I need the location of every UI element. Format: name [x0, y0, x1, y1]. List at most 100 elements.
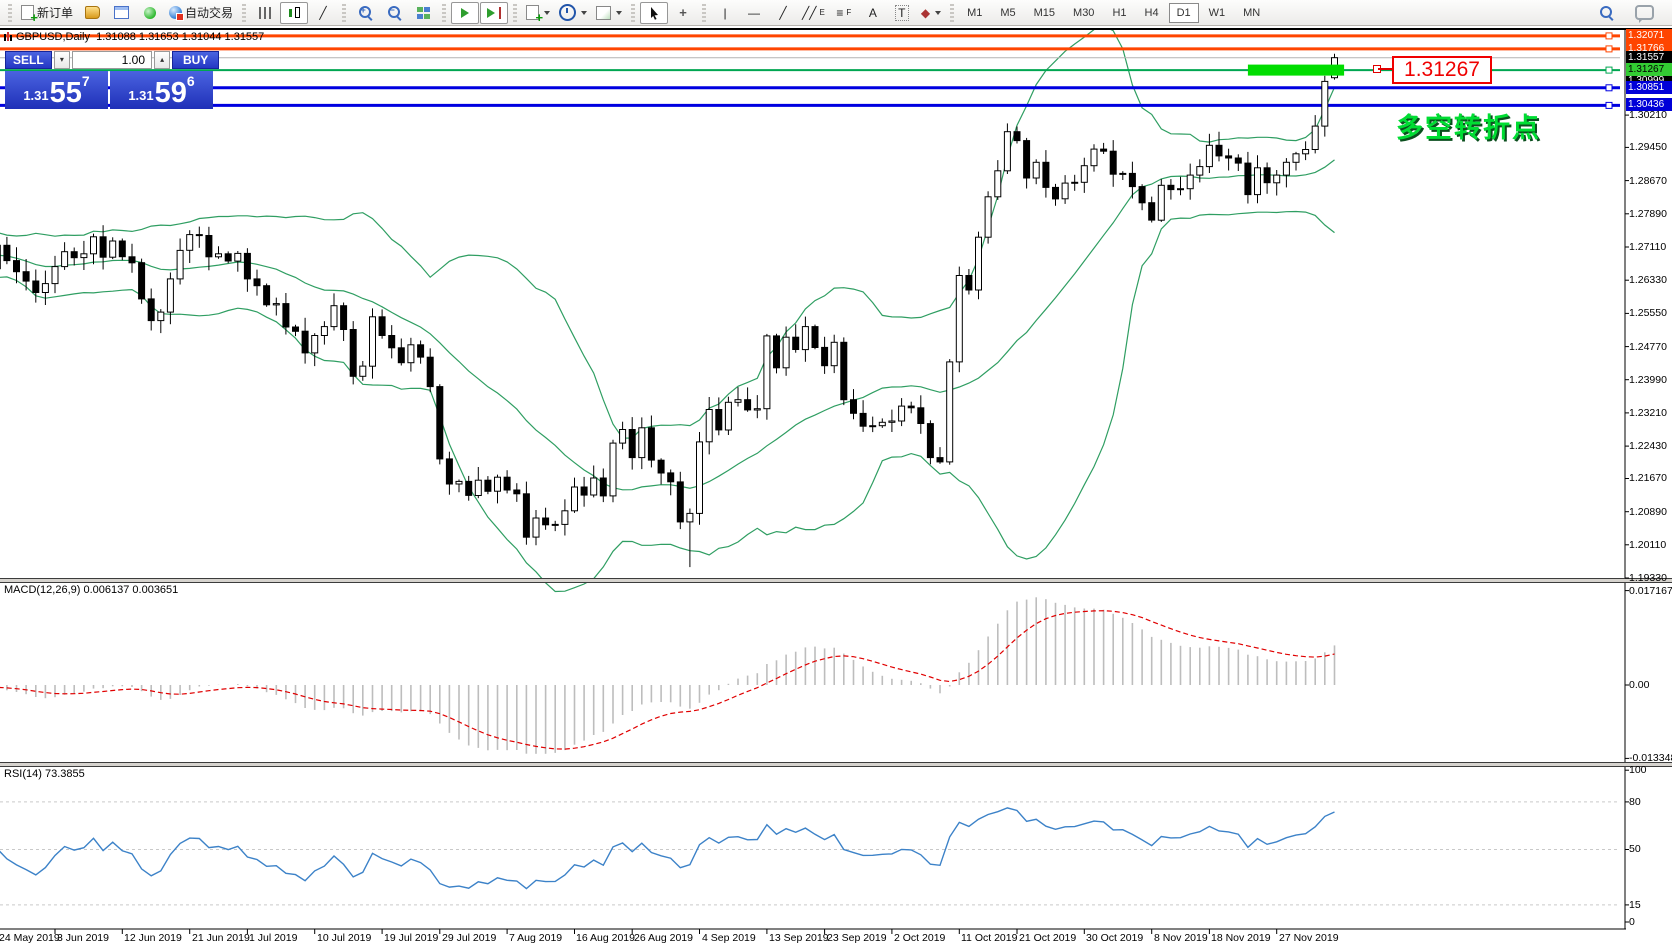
trendline-button[interactable]: ╱ [769, 2, 797, 24]
horizontal-line-button[interactable]: — [740, 2, 768, 24]
bar-chart-button[interactable] [251, 2, 279, 24]
profiles-button[interactable] [78, 2, 106, 24]
channel-button[interactable]: ╱╱E [798, 2, 829, 24]
timeframe-m15[interactable]: M15 [1026, 3, 1063, 23]
date-label: 11 Oct 2019 [961, 932, 1017, 944]
price-tag-1.32071[interactable]: 1.32071 [1626, 29, 1672, 42]
chat-button[interactable] [1630, 2, 1658, 24]
toolbar-grip [342, 4, 346, 22]
crosshair-button[interactable]: + [669, 2, 697, 24]
price-tag-1.31267[interactable]: 1.31267 [1626, 63, 1672, 76]
price-tick-label: 1.26330 [1629, 274, 1667, 286]
buy-price-prefix: 1.31 [128, 88, 153, 103]
date-label: 12 Jun 2019 [124, 932, 182, 944]
timeframe-m30[interactable]: M30 [1065, 3, 1102, 23]
price-tick-label: 1.21670 [1629, 472, 1667, 484]
data-window-button[interactable] [107, 2, 135, 24]
date-label: 7 Aug 2019 [509, 932, 562, 944]
price-tick-label: 1.25550 [1629, 307, 1667, 319]
arrows-button[interactable]: ◆ [917, 2, 945, 24]
date-label: 29 Jul 2019 [442, 932, 496, 944]
timeframe-h1[interactable]: H1 [1104, 3, 1134, 23]
price-tick-label: 1.29450 [1629, 141, 1667, 153]
timeframe-mn[interactable]: MN [1235, 3, 1268, 23]
autotrading-icon [169, 6, 182, 19]
template-icon [596, 6, 611, 20]
toolbar-grip [702, 4, 706, 22]
macd-tick-label: -0.013348 [1629, 752, 1672, 764]
text-button[interactable]: A [859, 2, 887, 24]
cursor-icon [649, 6, 660, 20]
sell-price-big: 55 [50, 80, 82, 106]
templates-button[interactable] [592, 2, 626, 24]
price-tick-label: 1.20110 [1629, 539, 1666, 551]
chart-window-icon [3, 32, 13, 42]
toolbar-grip [631, 4, 635, 22]
date-label: 23 Sep 2019 [827, 932, 887, 944]
timeframe-d1[interactable]: D1 [1169, 3, 1199, 23]
signals-button[interactable] [136, 2, 164, 24]
volume-increase-button[interactable]: ▴ [154, 51, 170, 69]
buy-price-display[interactable]: 1.31 59 6 [110, 71, 213, 109]
line-chart-icon: ╱ [319, 6, 326, 20]
chart-canvas[interactable] [0, 26, 1672, 947]
date-label: 18 Nov 2019 [1211, 932, 1271, 944]
horizontal-line-icon: — [748, 6, 760, 20]
tile-windows-button[interactable] [409, 2, 437, 24]
window-icon [114, 6, 129, 19]
sell-button[interactable]: SELL [5, 51, 52, 69]
zoom-in-button[interactable]: + [351, 2, 379, 24]
cursor-button[interactable] [640, 2, 668, 24]
vertical-line-button[interactable]: | [711, 2, 739, 24]
date-label: 10 Jul 2019 [317, 932, 371, 944]
vertical-line-icon: | [723, 6, 726, 20]
fibonacci-button[interactable]: ≡F [830, 2, 858, 24]
periods-button[interactable] [555, 2, 591, 24]
toolbar-grip [8, 4, 12, 22]
volume-decrease-button[interactable]: ▾ [54, 51, 70, 69]
auto-scroll-button[interactable] [451, 2, 479, 24]
chevron-down-icon [544, 11, 550, 15]
search-button[interactable] [1592, 2, 1620, 24]
macd-label: MACD(12,26,9) 0.006137 0.003651 [4, 584, 178, 596]
autotrading-label: 自动交易 [185, 4, 233, 21]
volume-input[interactable] [72, 51, 152, 69]
buy-button[interactable]: BUY [172, 51, 219, 69]
timeframe-w1[interactable]: W1 [1201, 3, 1234, 23]
chevron-down-icon [616, 11, 622, 15]
chart-shift-button[interactable] [480, 2, 508, 24]
autotrading-button[interactable]: 自动交易 [165, 2, 237, 24]
new-order-icon [21, 5, 34, 20]
signal-icon [144, 7, 156, 19]
price-tick-label: 1.27110 [1629, 241, 1666, 253]
timeframe-m1[interactable]: M1 [959, 3, 990, 23]
candlestick-chart-button[interactable] [280, 2, 308, 24]
price-tag-1.30436[interactable]: 1.30436 [1626, 98, 1672, 111]
new-order-button[interactable]: 新订单 [17, 2, 77, 24]
price-tag-1.30851[interactable]: 1.30851 [1626, 81, 1672, 94]
sell-price-display[interactable]: 1.31 55 7 [5, 71, 108, 109]
zoom-in-icon: + [358, 5, 373, 20]
line-chart-button[interactable]: ╱ [309, 2, 337, 24]
macd-tick-label: 0.017167 [1629, 585, 1672, 597]
indicators-button[interactable] [522, 2, 554, 24]
chat-icon [1635, 5, 1654, 20]
timeframe-h4[interactable]: H4 [1137, 3, 1167, 23]
toolbar-grip [242, 4, 246, 22]
price-tick-label: 1.23210 [1629, 407, 1667, 419]
zoom-out-icon: − [387, 5, 402, 20]
chart-shift-icon [487, 8, 495, 18]
chart-window[interactable]: 1.302101.294501.286701.278901.271101.263… [0, 26, 1672, 947]
date-label: 1 Jul 2019 [249, 932, 297, 944]
chinese-annotation[interactable]: 多空转折点 [1396, 106, 1541, 145]
new-order-label: 新订单 [37, 4, 73, 21]
timeframe-m5[interactable]: M5 [992, 3, 1023, 23]
trendline-icon: ╱ [779, 6, 786, 20]
bar-chart-icon [259, 7, 272, 19]
clock-icon [559, 4, 576, 21]
toolbar-grip [950, 4, 954, 22]
text-label-button[interactable]: T [888, 2, 916, 24]
search-icon [1599, 5, 1614, 20]
price-callout-box[interactable]: 1.31267 [1392, 56, 1492, 84]
zoom-out-button[interactable]: − [380, 2, 408, 24]
